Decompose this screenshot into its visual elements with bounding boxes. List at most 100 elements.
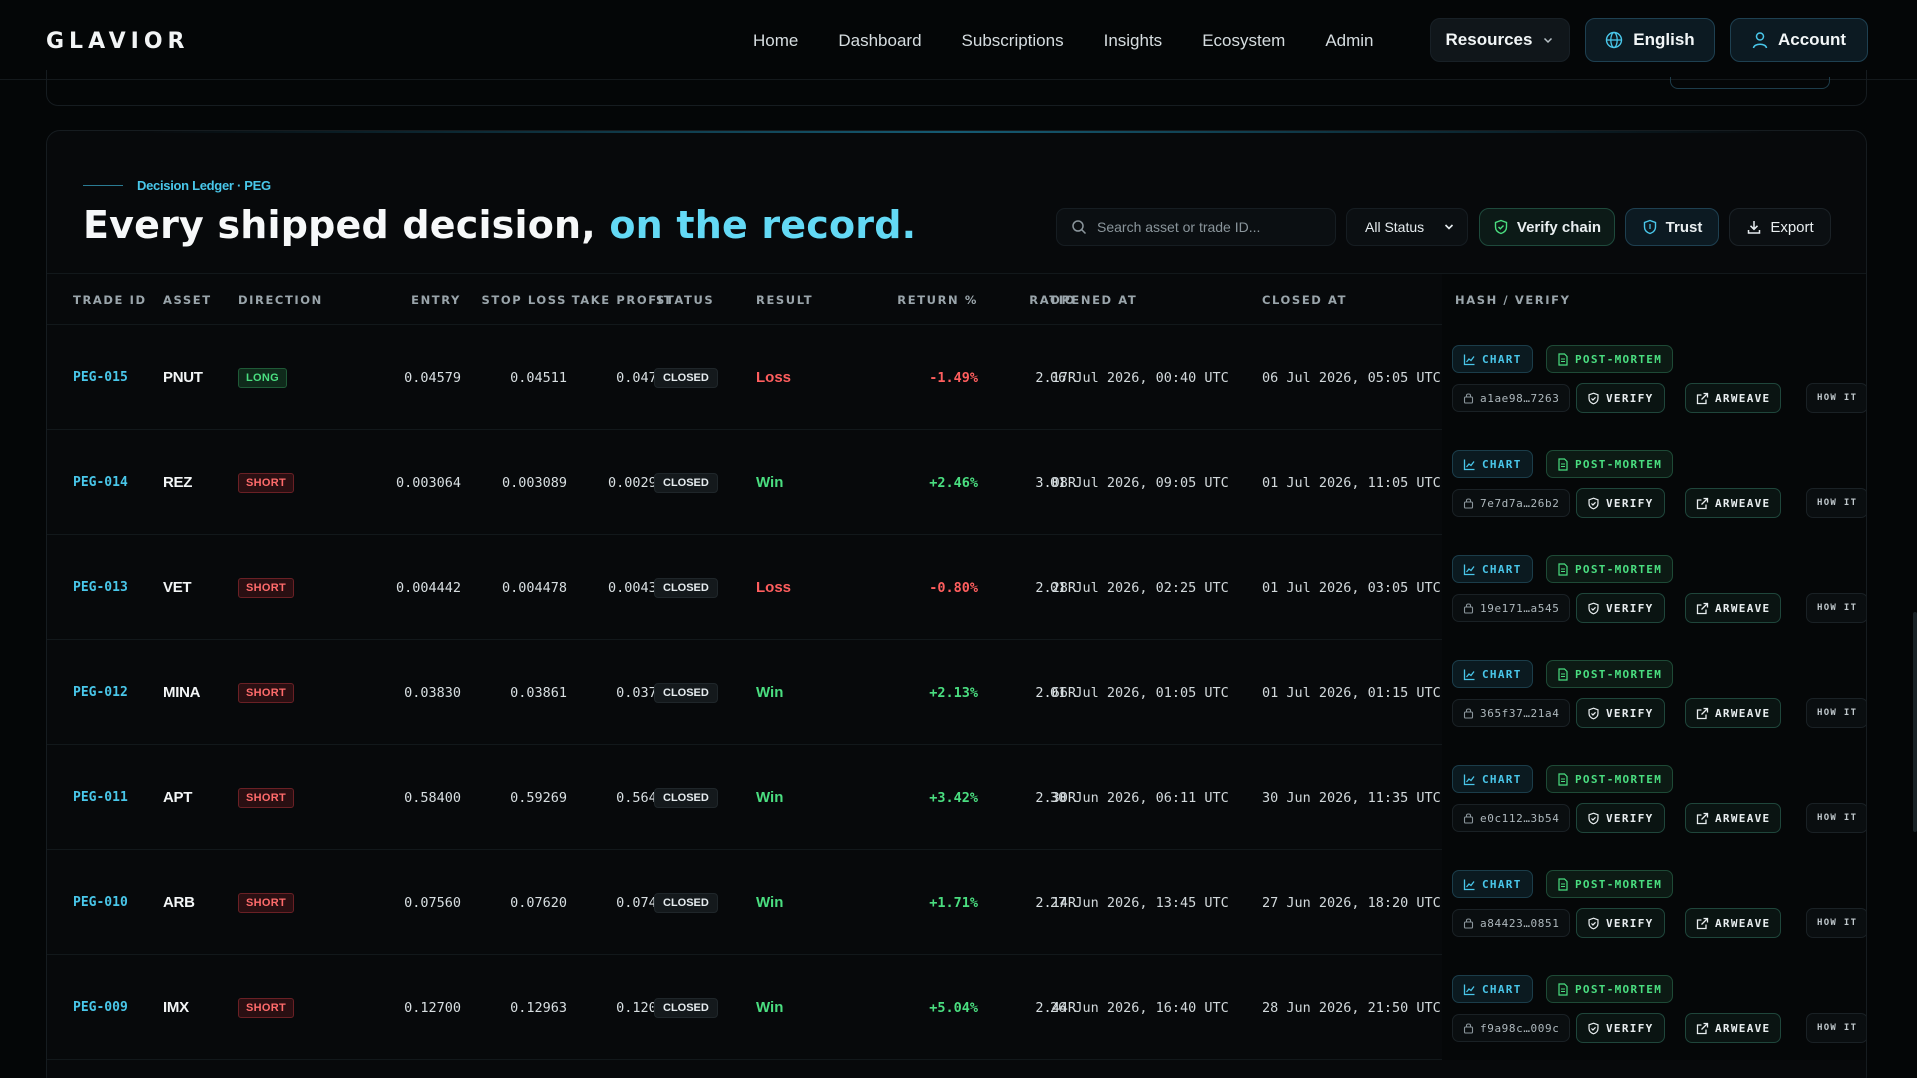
post-mortem-button[interactable]: POST-MORTEM [1546, 450, 1674, 478]
chart-button[interactable]: CHART [1452, 975, 1533, 1003]
verify-button[interactable]: VERIFY [1576, 593, 1665, 623]
opened-at: 01 Jul 2026, 01:05 UTC [1050, 684, 1229, 701]
account-button[interactable]: Account [1730, 18, 1868, 62]
nav-link-home[interactable]: Home [753, 31, 798, 51]
arweave-button[interactable]: ARWEAVE [1685, 383, 1782, 413]
col-trade-id[interactable]: TRADE ID [73, 274, 147, 326]
chart-label: CHART [1482, 562, 1522, 576]
document-icon [1557, 772, 1569, 786]
trust-button[interactable]: Trust [1625, 208, 1719, 246]
opened-at: 06 Jul 2026, 00:40 UTC [1050, 369, 1229, 386]
nav-link-admin[interactable]: Admin [1325, 31, 1373, 51]
col-opened-at[interactable]: OPENED AT [1050, 274, 1137, 326]
how-it-works-button[interactable]: HOW IT [1806, 593, 1866, 623]
post-mortem-label: POST-MORTEM [1575, 457, 1663, 471]
col-closed-at[interactable]: CLOSED AT [1262, 274, 1347, 326]
resources-dropdown[interactable]: Resources [1430, 18, 1570, 62]
how-it-works-label: HOW IT [1817, 498, 1858, 508]
trade-id-link[interactable]: PEG-009 [73, 1000, 128, 1015]
shield-check-icon [1587, 812, 1600, 825]
chart-button[interactable]: CHART [1452, 870, 1533, 898]
col-return[interactable]: RETURN % [837, 274, 978, 326]
post-mortem-button[interactable]: POST-MORTEM [1546, 765, 1674, 793]
trade-id-link[interactable]: PEG-013 [73, 580, 128, 595]
trade-id-link[interactable]: PEG-015 [73, 370, 128, 385]
chart-button[interactable]: CHART [1452, 345, 1533, 373]
lock-icon [1463, 497, 1474, 509]
arweave-button[interactable]: ARWEAVE [1685, 698, 1782, 728]
shield-check-icon [1587, 707, 1600, 720]
hash-chip[interactable]: e0c112…3b54 [1452, 804, 1571, 832]
post-mortem-button[interactable]: POST-MORTEM [1546, 870, 1674, 898]
post-mortem-button[interactable]: POST-MORTEM [1546, 660, 1674, 688]
nav-link-dashboard[interactable]: Dashboard [838, 31, 921, 51]
shield-icon [1642, 219, 1658, 235]
hash-chip[interactable]: a84423…0851 [1452, 909, 1571, 937]
hash-chip[interactable]: f9a98c…009c [1452, 1014, 1571, 1042]
col-status[interactable]: STATUS [656, 274, 714, 326]
verify-button[interactable]: VERIFY [1576, 383, 1665, 413]
hash-chip[interactable]: 7e7d7a…26b2 [1452, 489, 1571, 517]
verify-button[interactable]: VERIFY [1576, 908, 1665, 938]
how-it-works-button[interactable]: HOW IT [1806, 908, 1866, 938]
table-row[interactable]: PEG-012 MINA SHORT 0.03830 0.03861 0.037… [47, 640, 1866, 745]
search-input[interactable] [1097, 219, 1317, 235]
document-icon [1557, 352, 1569, 366]
col-entry[interactable]: ENTRY [347, 274, 461, 326]
chart-button[interactable]: CHART [1452, 660, 1533, 688]
arweave-button[interactable]: ARWEAVE [1685, 803, 1782, 833]
verify-chain-button[interactable]: Verify chain [1479, 208, 1615, 246]
trade-id-link[interactable]: PEG-011 [73, 790, 128, 805]
hash-chip[interactable]: a1ae98…7263 [1452, 384, 1571, 412]
col-take-profit[interactable]: TAKE PROFIT [547, 274, 673, 326]
language-button[interactable]: English [1585, 18, 1715, 62]
how-it-works-button[interactable]: HOW IT [1806, 383, 1866, 413]
col-direction[interactable]: DIRECTION [238, 274, 323, 326]
nav-link-ecosystem[interactable]: Ecosystem [1202, 31, 1285, 51]
opened-at: 01 Jul 2026, 09:05 UTC [1050, 474, 1229, 491]
table-row[interactable]: PEG-009 IMX SHORT 0.12700 0.12963 0.1206… [47, 955, 1866, 1060]
col-result[interactable]: RESULT [756, 274, 813, 326]
scrollbar[interactable] [1913, 612, 1917, 832]
how-it-works-button[interactable]: HOW IT [1806, 1013, 1866, 1043]
table-row[interactable]: PEG-015 PNUT LONG 0.04579 0.04511 0.0472… [47, 325, 1866, 430]
shield-check-icon [1493, 219, 1509, 235]
table-row[interactable]: PEG-014 REZ SHORT 0.003064 0.003089 0.00… [47, 430, 1866, 535]
how-it-works-button[interactable]: HOW IT [1806, 698, 1866, 728]
verify-button[interactable]: VERIFY [1576, 488, 1665, 518]
trade-id-link[interactable]: PEG-012 [73, 685, 128, 700]
hash-chip[interactable]: 365f37…21a4 [1452, 699, 1571, 727]
logo[interactable]: GLAVIOR [46, 29, 189, 54]
how-it-works-button[interactable]: HOW IT [1806, 488, 1866, 518]
how-it-works-label: HOW IT [1817, 393, 1858, 403]
nav-link-subscriptions[interactable]: Subscriptions [962, 31, 1064, 51]
arweave-button[interactable]: ARWEAVE [1685, 593, 1782, 623]
chart-button[interactable]: CHART [1452, 765, 1533, 793]
verify-button[interactable]: VERIFY [1576, 1013, 1665, 1043]
trade-id-link[interactable]: PEG-010 [73, 895, 128, 910]
arweave-button[interactable]: ARWEAVE [1685, 1013, 1782, 1043]
export-button[interactable]: Export [1729, 208, 1831, 246]
post-mortem-button[interactable]: POST-MORTEM [1546, 975, 1674, 1003]
arweave-button[interactable]: ARWEAVE [1685, 908, 1782, 938]
document-icon [1557, 457, 1569, 471]
table-row[interactable]: PEG-011 APT SHORT 0.58400 0.59269 0.5640… [47, 745, 1866, 850]
nav-link-insights[interactable]: Insights [1104, 31, 1163, 51]
chart-button[interactable]: CHART [1452, 555, 1533, 583]
verify-button[interactable]: VERIFY [1576, 803, 1665, 833]
direction-badge: SHORT [238, 682, 294, 703]
post-mortem-button[interactable]: POST-MORTEM [1546, 345, 1674, 373]
chart-button[interactable]: CHART [1452, 450, 1533, 478]
table-row[interactable]: PEG-010 ARB SHORT 0.07560 0.07620 0.0743… [47, 850, 1866, 955]
verify-button[interactable]: VERIFY [1576, 698, 1665, 728]
post-mortem-button[interactable]: POST-MORTEM [1546, 555, 1674, 583]
status-filter-select[interactable]: All Status [1346, 208, 1468, 246]
how-it-works-button[interactable]: HOW IT [1806, 803, 1866, 833]
arweave-button[interactable]: ARWEAVE [1685, 488, 1782, 518]
trade-id-link[interactable]: PEG-014 [73, 475, 128, 490]
previous-panel-button[interactable] [1670, 77, 1830, 89]
chart-icon [1463, 563, 1476, 576]
table-row[interactable]: PEG-013 VET SHORT 0.004442 0.004478 0.00… [47, 535, 1866, 640]
hash-chip[interactable]: 19e171…a545 [1452, 594, 1571, 622]
col-asset[interactable]: ASSET [163, 274, 212, 326]
